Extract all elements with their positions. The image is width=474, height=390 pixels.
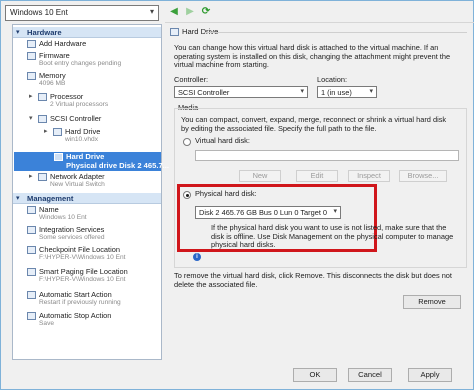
name-icon [27,206,36,214]
dialog-footer: OK Cancel Apply [0,363,474,390]
browse-button[interactable]: Browse... [399,170,447,182]
back-arrow-icon[interactable]: ◀ [168,6,180,18]
sidebar-item-label: Hard Drive [66,152,105,161]
hard-drive-icon [54,153,63,161]
checkpoint-icon [27,246,36,254]
expand-icon[interactable]: ▸ [29,92,33,100]
controller-select[interactable]: SCSI Controller ▾ [174,86,308,98]
top-toolbar: Windows 10 Ent ▾ ◀ ▶ ⟳ [0,0,474,24]
memory-icon [27,72,36,80]
management-section-label: Management [27,194,74,203]
sidebar-item-sub: 2 Virtual processors [50,101,109,108]
virtual-hard-disk-path[interactable] [195,150,459,161]
sidebar-item-label: Add Hardware [39,39,87,48]
sidebar-item-label: Automatic Stop Action [39,311,112,320]
cancel-button[interactable]: Cancel [348,368,392,382]
sidebar-item-sub: Restart if previously running [39,299,121,306]
integration-services-icon [27,226,36,234]
sidebar-item-sub: Save [39,320,55,327]
chevron-down-icon: ▾ [149,7,154,16]
chevron-down-icon: ▾ [300,88,304,95]
sidebar-item-label: Checkpoint File Location [39,245,120,254]
sidebar-item-label: Integration Services [39,225,105,234]
automatic-start-icon [27,291,36,299]
hard-drive-settings-panel: Hard Drive You can change how this virtu… [165,24,469,360]
vm-selector[interactable]: Windows 10 Ent ▾ [5,5,159,21]
remove-description: To remove the virtual hard disk, click R… [174,271,466,289]
remove-button[interactable]: Remove [403,295,461,309]
virtual-hard-disk-radio[interactable] [183,138,191,146]
location-value: 1 (in use) [321,88,352,97]
media-description: You can compact, convert, expand, merge,… [181,115,463,133]
note-line: physical hard disks. [211,240,276,250]
hardware-section-label: Hardware [27,28,62,37]
sidebar-item-sub: F:\HYPER-V\Windows 10 Ent [39,276,126,283]
sidebar-item-sub: win10.vhdx [65,136,98,143]
expand-icon[interactable]: ▸ [29,172,33,180]
add-hardware-icon [27,40,36,48]
hard-drive-icon [170,28,179,36]
forward-arrow-icon[interactable]: ▶ [184,6,196,18]
sidebar-item-sub: New Virtual Switch [50,181,105,188]
physical-disk-note: If the physical hard disk you want to us… [211,223,463,250]
intro-text: You can change how this virtual hard dis… [174,43,466,70]
sidebar-item-label: Hard Drive [65,127,101,136]
info-icon: i [193,253,201,261]
sidebar-item-label: Automatic Start Action [39,290,112,299]
sidebar-item-sub: Physical drive Disk 2 465.7... [66,161,170,170]
sidebar-item-sub: Boot entry changes pending [39,60,122,67]
location-select[interactable]: 1 (in use) ▾ [317,86,377,98]
sidebar-item-label: Smart Paging File Location [39,267,128,276]
network-adapter-icon [38,173,47,181]
header-divider [205,32,467,33]
media-desc-line: by editing the associated file. Specify … [181,123,377,133]
management-section-header[interactable]: ▾ Management [13,193,161,204]
sidebar-item-label: Processor [50,92,84,101]
expand-icon[interactable]: ▸ [44,127,48,135]
collapse-icon[interactable]: ▾ [16,194,20,202]
scsi-controller-icon [38,115,47,123]
sidebar-item-sub: Windows 10 Ent [39,214,87,221]
refresh-icon[interactable]: ⟳ [200,6,212,18]
hardware-section-header[interactable]: ▾ Hardware [13,27,161,38]
sidebar-item-label: Network Adapter [50,172,105,181]
sidebar-item-sub: Some services offered [39,234,105,241]
automatic-stop-icon [27,312,36,320]
collapse-icon[interactable]: ▾ [16,28,20,36]
sidebar-item-label: Firmware [39,51,70,60]
sidebar-item-hard-drive-selected[interactable]: Hard Drive Physical drive Disk 2 465.7..… [14,152,169,171]
ok-button[interactable]: OK [293,368,337,382]
edit-button[interactable]: Edit [296,170,338,182]
vm-name: Windows 10 Ent [10,8,68,17]
toolbar-divider [165,22,474,23]
sidebar-item-sub: F:\HYPER-V\Windows 10 Ent [39,254,126,261]
sidebar-item-label: SCSI Controller [50,114,102,123]
smart-paging-icon [27,268,36,276]
location-label: Location: [317,75,347,84]
chevron-down-icon: ▾ [369,88,373,95]
intro-line: virtual machine from starting. [174,60,269,70]
processor-icon [38,93,47,101]
remove-desc-line: delete the associated file. [174,279,258,289]
apply-button[interactable]: Apply [408,368,452,382]
controller-label: Controller: [174,75,209,84]
inspect-button[interactable]: Inspect [348,170,390,182]
controller-value: SCSI Controller [178,88,230,97]
sidebar-item-sub: 4096 MB [39,80,66,87]
virtual-hard-disk-label: Virtual hard disk: [195,136,250,145]
new-button[interactable]: New [239,170,281,182]
settings-sidebar[interactable]: ▾ Hardware Add Hardware Firmware Boot en… [12,24,169,360]
hard-drive-icon [53,128,62,136]
firmware-icon [27,52,36,60]
sidebar-item-label: Memory [39,71,66,80]
collapse-icon[interactable]: ▾ [29,114,33,122]
sidebar-item-label: Name [39,205,59,214]
